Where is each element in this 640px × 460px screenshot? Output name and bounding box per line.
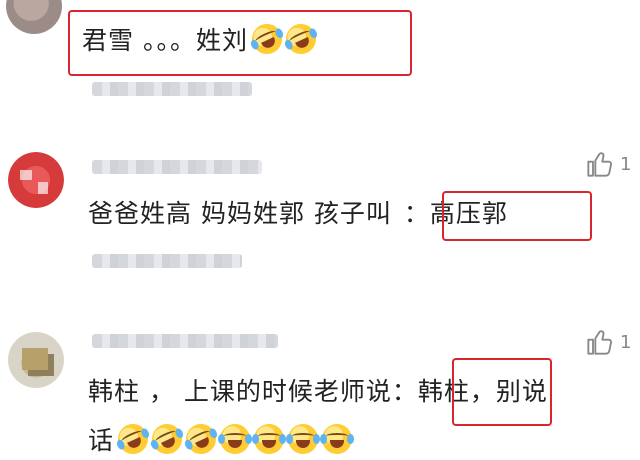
blurred-username — [92, 334, 278, 348]
laughing-tears-icon — [320, 424, 355, 454]
thumb-up-icon — [587, 330, 612, 355]
avatar[interactable] — [8, 152, 64, 208]
comment-2-text: 爸爸姓高 妈妈姓郭 孩子叫 — [88, 199, 392, 228]
blurred-meta — [92, 254, 242, 268]
laughing-tears-icon — [252, 424, 287, 454]
laughing-tears-icon — [247, 19, 287, 59]
comment-text: 君雪 。。。姓刘 — [82, 19, 321, 59]
laughing-tears-icon — [286, 424, 321, 454]
laughing-tears-icon — [181, 419, 221, 459]
laughing-tears-icon — [147, 419, 187, 459]
comment-3-text: 韩柱 ， 上课的时候老师说： — [88, 377, 418, 406]
like-button[interactable]: 1 — [586, 328, 631, 356]
thumb-up-icon — [587, 152, 612, 177]
like-count: 1 — [620, 331, 632, 353]
like-button[interactable]: 1 — [586, 150, 631, 178]
comment-text: 话 — [88, 419, 355, 459]
like-count: 1 — [620, 153, 632, 175]
laughing-tears-icon — [218, 424, 253, 454]
highlight-box — [442, 191, 592, 241]
laughing-tears-icon — [113, 419, 153, 459]
blurred-username — [92, 160, 262, 174]
blurred-meta — [92, 82, 252, 96]
comment-1-text: 君雪 。。。姓刘 — [82, 26, 248, 55]
avatar[interactable] — [6, 0, 62, 34]
comment-3-text-line2: 话 — [88, 426, 115, 455]
avatar[interactable] — [8, 332, 64, 388]
highlight-box — [452, 358, 552, 426]
laughing-tears-icon — [281, 19, 321, 59]
